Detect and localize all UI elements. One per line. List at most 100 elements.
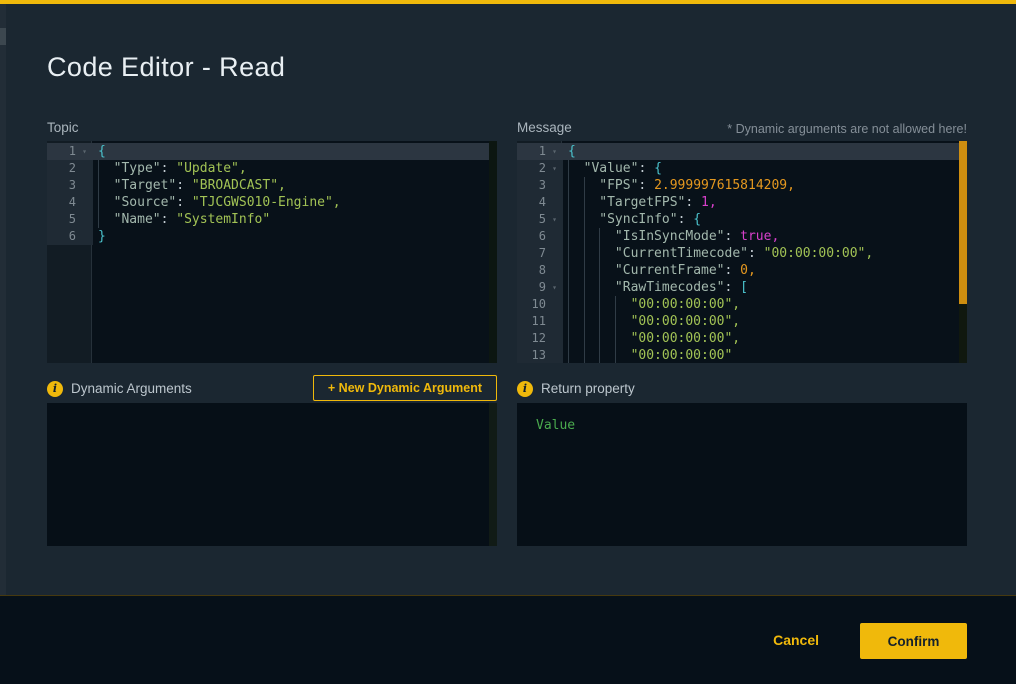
page-title: Code Editor - Read <box>47 52 285 83</box>
code-text: "IsInSyncMode": true, <box>563 228 967 245</box>
indent-guide <box>599 262 615 279</box>
info-icon: i <box>47 381 63 397</box>
fold-gutter <box>546 296 563 313</box>
line-number: 5 <box>517 211 546 228</box>
return-property-label: Return property <box>541 381 635 396</box>
indent-guide <box>568 211 584 228</box>
indent-guide <box>568 296 584 313</box>
code-line[interactable]: 8"CurrentFrame": 0, <box>517 262 967 279</box>
indent-guide <box>584 211 600 228</box>
line-number: 12 <box>517 330 546 347</box>
code-text: "Name": "SystemInfo" <box>93 211 497 228</box>
code-line[interactable]: 13"00:00:00:00" <box>517 347 967 363</box>
indent-guide <box>584 194 600 211</box>
fold-gutter <box>546 330 563 347</box>
indent-guide <box>584 245 600 262</box>
indent-guide <box>584 330 600 347</box>
indent-guide <box>599 279 615 296</box>
line-number: 11 <box>517 313 546 330</box>
code-text: "Value": { <box>563 160 967 177</box>
fold-toggle-icon[interactable]: ▾ <box>76 143 93 160</box>
line-number: 7 <box>517 245 546 262</box>
new-dynamic-argument-button[interactable]: + New Dynamic Argument <box>313 375 497 401</box>
top-accent-bar <box>0 0 1016 4</box>
indent-guide <box>98 211 114 228</box>
line-number: 4 <box>47 194 76 211</box>
code-line[interactable]: 3"Target": "BROADCAST", <box>47 177 497 194</box>
code-text: "FPS": 2.999997615814209, <box>563 177 967 194</box>
indent-guide <box>98 194 114 211</box>
code-line[interactable]: 6 "IsInSyncMode": true, <box>517 228 967 245</box>
return-property-editor[interactable]: Value <box>517 403 967 546</box>
topic-editor[interactable]: 1▾{2"Type": "Update",3"Target": "BROADCA… <box>47 141 497 363</box>
code-line[interactable]: 12"00:00:00:00", <box>517 330 967 347</box>
fold-gutter <box>76 160 93 177</box>
indent-guide <box>599 313 615 330</box>
message-scrollbar-track[interactable] <box>959 141 967 363</box>
code-text: { <box>563 143 967 160</box>
indent-guide <box>568 330 584 347</box>
indent-guide <box>599 347 615 363</box>
code-text: "Type": "Update", <box>93 160 497 177</box>
window-scrollbar-thumb[interactable] <box>0 28 6 45</box>
code-line[interactable]: 1▾{ <box>517 143 967 160</box>
fold-toggle-icon[interactable]: ▾ <box>546 279 563 296</box>
line-number: 13 <box>517 347 546 363</box>
code-line[interactable]: 4"Source": "TJCGWS010-Engine", <box>47 194 497 211</box>
code-line[interactable]: 7"CurrentTimecode": "00:00:00:00", <box>517 245 967 262</box>
dynamic-arguments-label: Dynamic Arguments <box>71 381 192 396</box>
indent-guide <box>599 245 615 262</box>
fold-gutter <box>546 347 563 363</box>
dynamic-args-warning-note: * Dynamic arguments are not allowed here… <box>727 122 967 136</box>
message-scrollbar-thumb[interactable] <box>959 141 967 304</box>
code-line[interactable]: 11"00:00:00:00", <box>517 313 967 330</box>
indent-guide <box>584 279 600 296</box>
cancel-button[interactable]: Cancel <box>773 632 819 648</box>
line-number: 9 <box>517 279 546 296</box>
code-line[interactable]: 9▾"RawTimecodes": [ <box>517 279 967 296</box>
fold-toggle-icon[interactable]: ▾ <box>546 160 563 177</box>
code-line[interactable]: 6} <box>47 228 497 245</box>
code-text: } <box>93 228 497 245</box>
fold-gutter <box>76 211 93 228</box>
code-text: "TargetFPS": 1, <box>563 194 967 211</box>
code-editor-dialog: Code Editor - Read Topic 1▾{2"Type": "Up… <box>0 0 1016 684</box>
message-editor[interactable]: 1▾{2▾"Value": {3"FPS": 2.999997615814209… <box>517 141 967 363</box>
confirm-button[interactable]: Confirm <box>860 623 967 659</box>
line-number: 10 <box>517 296 546 313</box>
line-number: 5 <box>47 211 76 228</box>
indent-guide <box>568 177 584 194</box>
fold-gutter <box>546 262 563 279</box>
code-line[interactable]: 2"Type": "Update", <box>47 160 497 177</box>
code-text: "SyncInfo": { <box>563 211 967 228</box>
line-number: 6 <box>517 228 546 245</box>
indent-guide <box>98 177 114 194</box>
indent-guide <box>568 228 584 245</box>
fold-gutter <box>546 245 563 262</box>
fold-gutter <box>76 177 93 194</box>
code-text: "RawTimecodes": [ <box>563 279 967 296</box>
indent-guide <box>568 347 584 363</box>
code-line[interactable]: 2▾"Value": { <box>517 160 967 177</box>
indent-guide <box>599 228 615 245</box>
code-line[interactable]: 1▾{ <box>47 143 497 160</box>
indent-guide <box>568 194 584 211</box>
line-number: 6 <box>47 228 76 245</box>
dynamic-arguments-scrollbar-track[interactable] <box>489 403 497 546</box>
indent-guide <box>615 313 631 330</box>
topic-scrollbar-track[interactable] <box>489 141 497 363</box>
dynamic-arguments-panel <box>47 403 497 546</box>
code-line[interactable]: 5 "Name": "SystemInfo" <box>47 211 497 228</box>
indent-guide <box>584 228 600 245</box>
line-number: 1 <box>517 143 546 160</box>
return-property-value: Value <box>517 403 967 433</box>
window-scrollbar-track[interactable] <box>0 4 6 595</box>
code-line[interactable]: 3"FPS": 2.999997615814209, <box>517 177 967 194</box>
fold-gutter <box>76 194 93 211</box>
code-line[interactable]: 5▾"SyncInfo": { <box>517 211 967 228</box>
fold-toggle-icon[interactable]: ▾ <box>546 143 563 160</box>
line-number: 4 <box>517 194 546 211</box>
code-line[interactable]: 4 "TargetFPS": 1, <box>517 194 967 211</box>
code-line[interactable]: 10"00:00:00:00", <box>517 296 967 313</box>
fold-toggle-icon[interactable]: ▾ <box>546 211 563 228</box>
